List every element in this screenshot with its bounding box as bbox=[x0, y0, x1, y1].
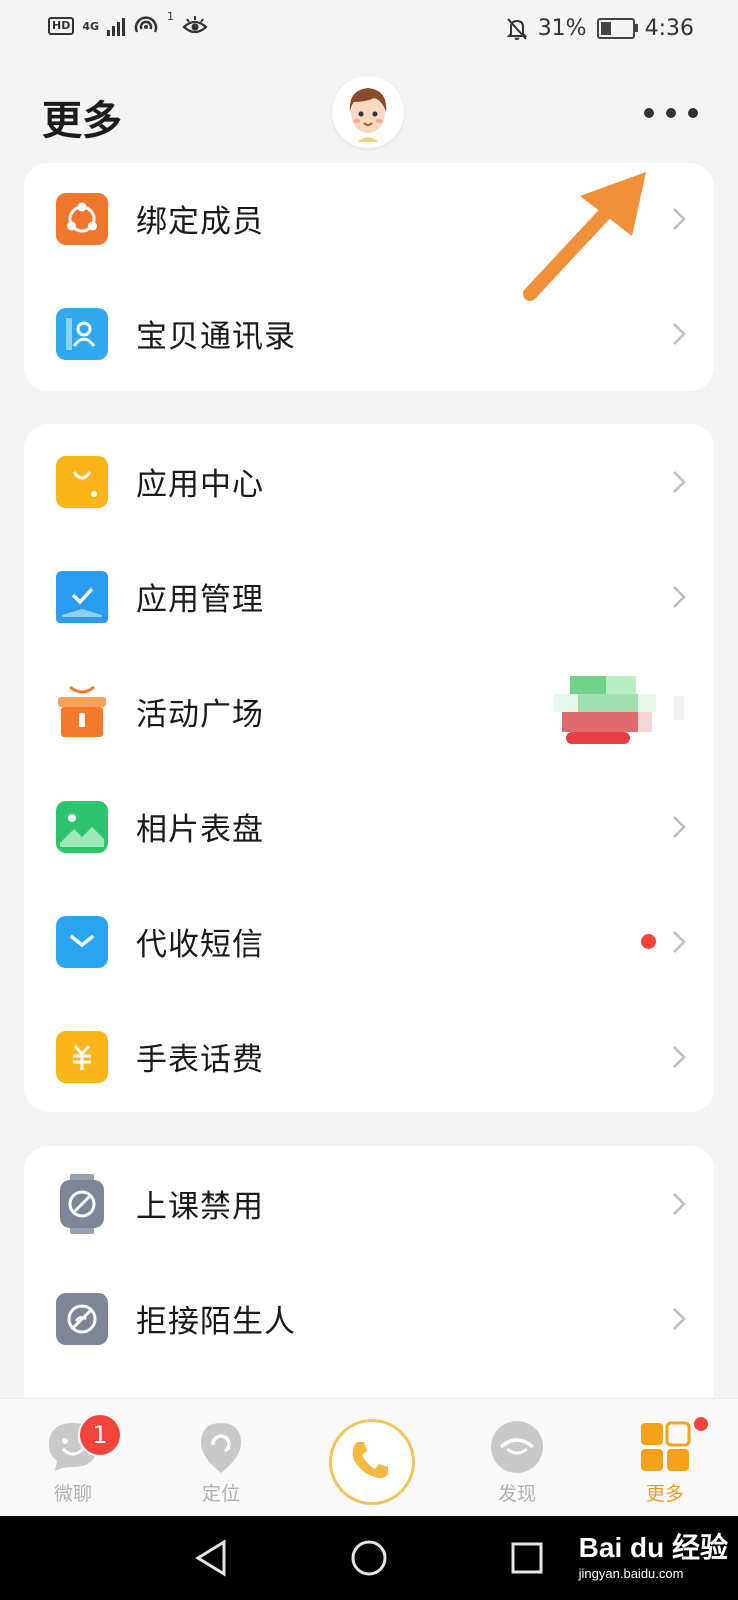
more-options-button[interactable] bbox=[644, 98, 698, 128]
chevron-right-icon bbox=[664, 927, 694, 957]
status-left: HD 4G 1 bbox=[48, 10, 208, 38]
chevron-right-icon bbox=[664, 319, 694, 349]
row-sms-proxy[interactable]: 代收短信 bbox=[24, 884, 714, 999]
battery-percent: 31% bbox=[537, 16, 587, 41]
row-app-center[interactable]: 应用中心 bbox=[24, 424, 714, 539]
chevron-right-icon bbox=[664, 467, 694, 497]
status-right: 31% 4:36 bbox=[506, 16, 694, 41]
dot-icon bbox=[644, 108, 654, 118]
gift-icon bbox=[56, 685, 108, 738]
annotation-arrow-icon bbox=[523, 172, 646, 301]
unread-dot bbox=[641, 934, 656, 949]
system-nav-bar: Bai du 经验 jingyan.baidu.com bbox=[0, 1516, 738, 1600]
row-photo-dial[interactable]: 相片表盘 bbox=[24, 769, 714, 884]
child-avatar-icon bbox=[332, 76, 404, 148]
blurred-ad-image bbox=[554, 676, 684, 744]
tab-label: 发现 bbox=[497, 1483, 536, 1505]
card-apps: 应用中心 应用管理 活动广场 相片表盘 代收短信 手表话费 bbox=[24, 424, 714, 1112]
row-label: 相片表盘 bbox=[136, 812, 264, 848]
hotspot-icon bbox=[134, 16, 158, 33]
watermark-url: jingyan.baidu.com bbox=[578, 1566, 684, 1581]
battery-icon bbox=[596, 18, 638, 39]
hotspot-count: 1 bbox=[167, 9, 175, 23]
row-label: 宝贝通讯录 bbox=[136, 319, 296, 355]
page-title: 更多 bbox=[42, 98, 122, 144]
bottom-tab-bar: 1 微聊 定位 发现 更多 bbox=[0, 1398, 738, 1517]
row-label: 拒接陌生人 bbox=[136, 1304, 296, 1340]
chevron-right-icon bbox=[664, 1042, 694, 1072]
tab-wechat[interactable]: 1 微聊 bbox=[18, 1399, 128, 1517]
bind-members-icon bbox=[56, 192, 108, 245]
watermark: Bai du 经验 jingyan.baidu.com bbox=[579, 1526, 728, 1581]
row-reject-strangers[interactable]: 拒接陌生人 bbox=[24, 1261, 714, 1376]
eye-icon bbox=[182, 16, 208, 34]
watermark-brand: Bai du 经验 bbox=[578, 1532, 728, 1563]
yuan-icon bbox=[56, 1030, 108, 1083]
tab-label: 定位 bbox=[201, 1483, 240, 1505]
chevron-right-icon bbox=[664, 1189, 694, 1219]
unread-badge: 1 bbox=[78, 1413, 122, 1457]
app-manage-icon bbox=[56, 570, 108, 623]
row-label: 活动广场 bbox=[136, 697, 264, 733]
grid-more-icon bbox=[641, 1421, 691, 1471]
row-activity-square[interactable]: 活动广场 bbox=[24, 654, 714, 769]
back-icon[interactable] bbox=[190, 1536, 234, 1580]
dot-icon bbox=[688, 108, 698, 118]
status-bar: HD 4G 1 31% 4:36 bbox=[0, 0, 738, 64]
tab-discover[interactable]: 发现 bbox=[462, 1399, 572, 1517]
phone-icon bbox=[352, 1442, 388, 1478]
tab-label: 微聊 bbox=[53, 1483, 92, 1505]
discover-eye-icon bbox=[491, 1421, 543, 1473]
row-label: 应用管理 bbox=[136, 582, 264, 618]
network-type: 4G bbox=[82, 19, 100, 33]
dot-icon bbox=[666, 108, 676, 118]
chevron-right-icon bbox=[664, 1304, 694, 1334]
tab-location[interactable]: 定位 bbox=[166, 1399, 276, 1517]
hd-indicator: HD bbox=[48, 17, 75, 35]
reject-stranger-icon bbox=[56, 1292, 108, 1345]
home-icon[interactable] bbox=[347, 1536, 391, 1580]
card-restrictions: 上课禁用 拒接陌生人 bbox=[24, 1146, 714, 1406]
avatar[interactable] bbox=[332, 76, 404, 148]
notification-dot bbox=[692, 1415, 710, 1433]
recents-icon[interactable] bbox=[505, 1536, 549, 1580]
clock: 4:36 bbox=[644, 16, 694, 41]
chevron-right-icon bbox=[664, 812, 694, 842]
contacts-icon bbox=[56, 307, 108, 360]
row-label: 手表话费 bbox=[136, 1042, 264, 1078]
header: 更多 bbox=[0, 70, 738, 160]
class-ban-icon bbox=[56, 1173, 108, 1234]
chevron-right-icon bbox=[664, 204, 694, 234]
row-label: 绑定成员 bbox=[136, 204, 264, 240]
row-app-manage[interactable]: 应用管理 bbox=[24, 539, 714, 654]
chevron-right-icon bbox=[664, 582, 694, 612]
mute-bell-icon bbox=[506, 17, 528, 40]
photo-icon bbox=[56, 800, 108, 853]
location-pin-icon bbox=[201, 1423, 241, 1473]
row-label: 上课禁用 bbox=[136, 1189, 264, 1225]
tab-label: 更多 bbox=[645, 1483, 684, 1505]
row-label: 代收短信 bbox=[136, 927, 264, 963]
call-button[interactable] bbox=[329, 1419, 415, 1505]
shopping-bag-icon bbox=[56, 455, 108, 508]
row-watch-bill[interactable]: 手表话费 bbox=[24, 999, 714, 1112]
mail-icon bbox=[56, 915, 108, 968]
signal-icon bbox=[107, 16, 126, 36]
row-label: 应用中心 bbox=[136, 467, 264, 503]
row-class-ban[interactable]: 上课禁用 bbox=[24, 1146, 714, 1261]
tab-more[interactable]: 更多 bbox=[610, 1399, 720, 1517]
